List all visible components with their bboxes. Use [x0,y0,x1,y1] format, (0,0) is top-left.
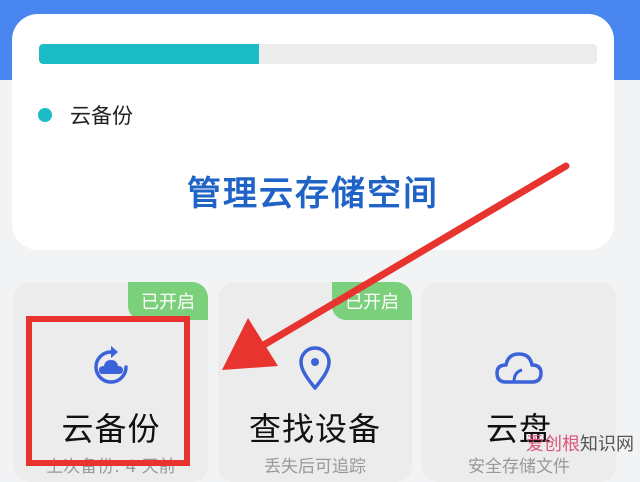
legend-dot-icon [38,108,52,122]
storage-usage-bar [39,44,597,64]
storage-usage-fill [39,44,260,64]
annotation-highlight-box [26,316,190,466]
status-badge: 已开启 [128,282,208,320]
feature-subtitle: 丢失后可追踪 [264,457,366,477]
legend-label: 云备份 [70,104,133,128]
storage-card: 云备份 管理云存储空间 [12,14,614,250]
storage-legend: 云备份 [38,100,133,130]
feature-card-find-device[interactable]: 已开启 查找设备 丢失后可追踪 [218,282,412,482]
cloud-drive-icon [422,342,616,392]
watermark-suffix: 知识网 [580,434,634,455]
watermark: 爱创根 知识网 [526,430,634,456]
status-badge: 已开启 [332,282,412,320]
location-pin-icon [218,342,412,392]
feature-title: 查找设备 [248,410,381,448]
manage-cloud-storage-button[interactable]: 管理云存储空间 [12,166,614,215]
watermark-brand: 爱创根 [526,434,580,455]
